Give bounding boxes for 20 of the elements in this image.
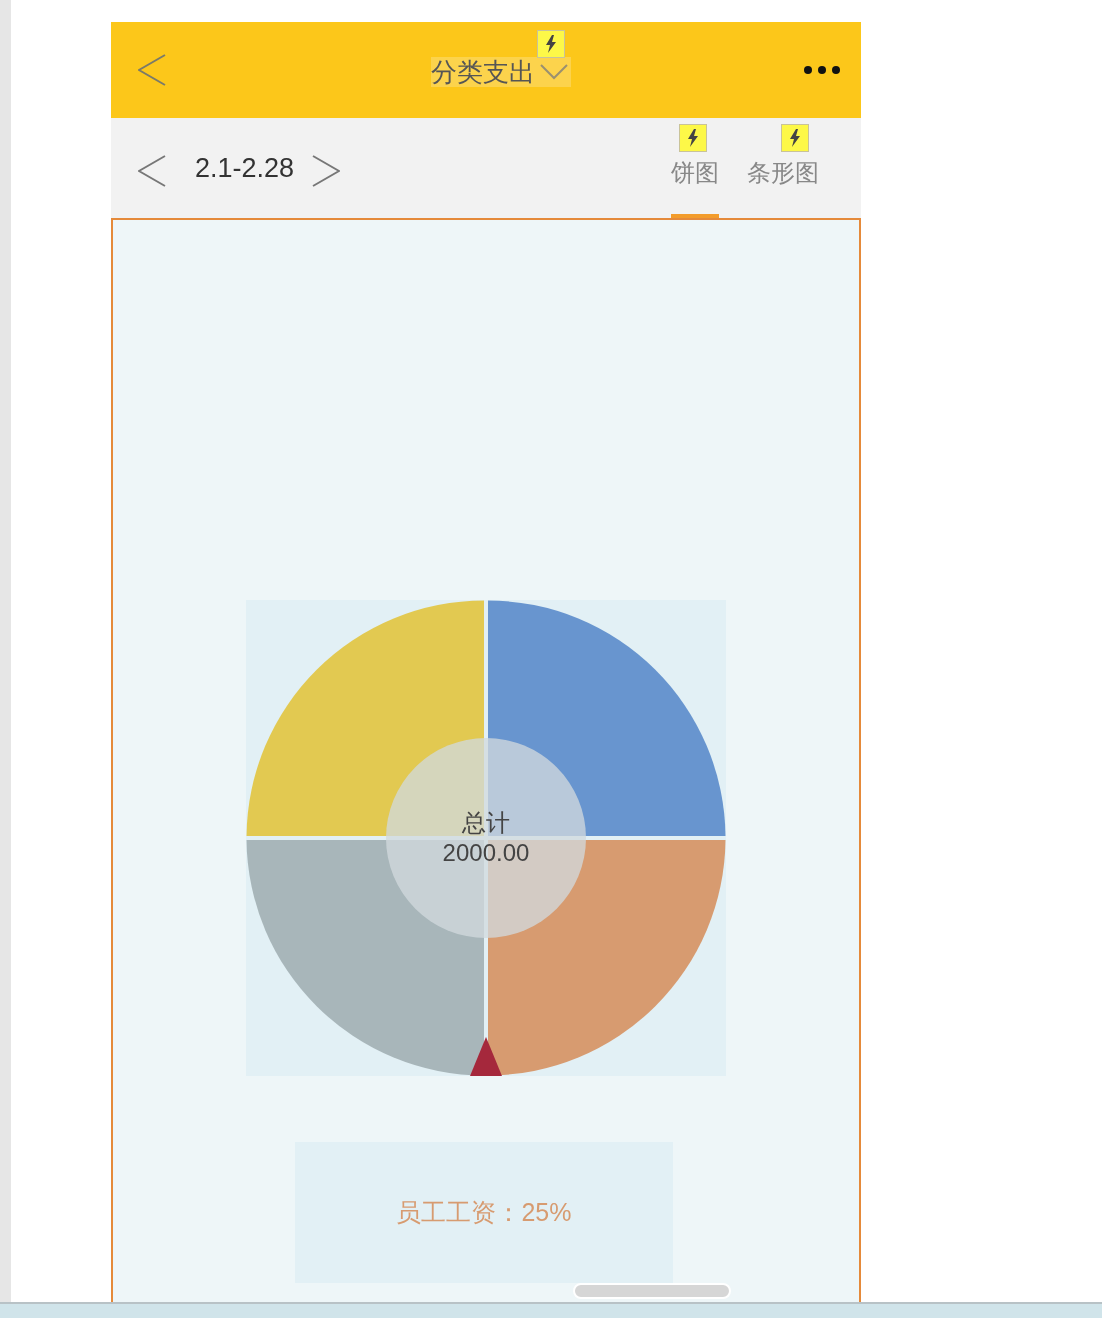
back-chevron-icon: [138, 54, 166, 86]
next-period-button[interactable]: [312, 155, 341, 187]
chart-tab[interactable]: 条形图: [747, 118, 819, 218]
caret-icon: [539, 63, 569, 81]
more-button[interactable]: [804, 66, 840, 74]
total-value: 2000.00: [442, 838, 530, 868]
scrollbar-thumb[interactable]: [573, 1283, 731, 1299]
pointer-icon: [470, 1037, 502, 1076]
lightning-icon: [781, 124, 809, 152]
date-range: 2.1-2.28: [195, 152, 295, 184]
more-icon: [804, 66, 840, 74]
chevron-right-icon: [312, 155, 341, 187]
title-dropdown[interactable]: 分类支出: [431, 57, 571, 87]
previous-period-button[interactable]: [138, 155, 166, 187]
chevron-left-icon: [138, 155, 166, 187]
lightning-icon: [537, 30, 565, 58]
back-button[interactable]: [138, 54, 166, 86]
slice-label: 员工工资：25%: [396, 1197, 572, 1228]
total-label: 总计: [462, 808, 510, 838]
lightning-icon: [679, 124, 707, 152]
